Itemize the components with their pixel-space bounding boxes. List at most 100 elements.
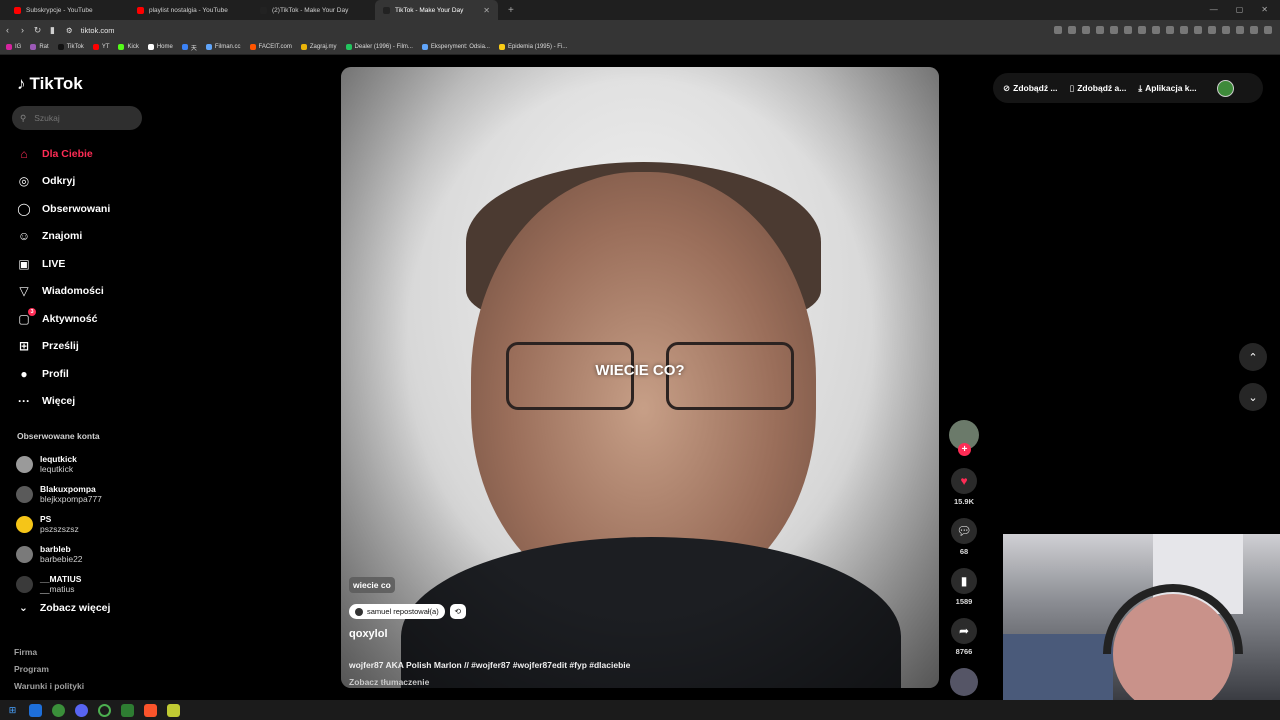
bookmark-item[interactable]: Home (147, 44, 173, 50)
browser-tab[interactable]: Subskrypcje - YouTube (6, 0, 129, 20)
back-icon[interactable]: ‹ (0, 25, 15, 35)
app-icon[interactable] (121, 703, 134, 717)
creator-avatar[interactable]: + (949, 420, 979, 456)
site-info-icon[interactable]: ⚙ (66, 26, 73, 35)
chrome-icon[interactable] (52, 703, 65, 717)
bookmark-item[interactable]: TikTok (57, 44, 84, 50)
comment-icon[interactable]: 💬︎ (951, 518, 977, 544)
music-disc-icon[interactable] (950, 668, 978, 696)
close-window-icon[interactable]: ✕ (1261, 5, 1268, 14)
heart-icon[interactable]: ♥ (951, 468, 977, 494)
sidebar-item[interactable]: ◎ Odkryj (16, 168, 110, 196)
bookmark-item[interactable]: 天 (181, 43, 197, 52)
next-video-button[interactable]: ⌄ (1239, 383, 1267, 411)
forward-icon[interactable]: › (15, 25, 30, 35)
url-field[interactable]: ⚙ tiktok.com (66, 26, 115, 35)
close-tab-icon[interactable]: ✕ (483, 6, 490, 15)
comment-action[interactable]: 💬︎ 68 (951, 518, 977, 556)
reload-icon[interactable]: ↻ (30, 25, 45, 36)
bookmark-item[interactable]: Filman.cc (205, 44, 241, 50)
bookmark-item[interactable]: IG (6, 44, 21, 50)
extension-icon[interactable] (1124, 26, 1132, 34)
bookmark-item[interactable]: Eksperyment: Odsia... (421, 44, 490, 50)
footer-link[interactable]: Firma (14, 644, 84, 661)
footer-link[interactable]: Warunki i polityki (14, 678, 84, 695)
extension-icon[interactable] (1264, 26, 1272, 34)
extension-icon[interactable] (1166, 26, 1174, 34)
video-author[interactable]: qoxylol (349, 628, 388, 640)
extension-icon[interactable] (1236, 26, 1244, 34)
bookmark-item[interactable]: Rat (30, 44, 49, 50)
app-icon[interactable] (167, 703, 180, 717)
following-account[interactable]: Blakuxpompa blejkxpompa777 (16, 479, 102, 509)
bookmark-item[interactable]: Kick (118, 44, 139, 50)
extension-icon[interactable] (1138, 26, 1146, 34)
share-action[interactable]: ➦ 8766 (951, 618, 977, 656)
brave-icon[interactable] (144, 703, 157, 717)
search-box[interactable]: ⚲ (12, 106, 142, 130)
browser-tab[interactable]: playlist nostalgia - YouTube (129, 0, 252, 20)
following-account[interactable]: __MATIUS __matius (16, 569, 102, 599)
repost-icon[interactable]: ⟲ (449, 604, 466, 619)
maximize-icon[interactable]: ▢ (1236, 5, 1244, 14)
user-avatar[interactable] (1216, 79, 1234, 97)
extension-icon[interactable] (1250, 26, 1258, 34)
sidebar-item[interactable]: ⌂ Dla Ciebie (16, 140, 110, 168)
follow-plus-icon[interactable]: + (958, 443, 971, 456)
save-action[interactable]: ▮ 1589 (951, 568, 977, 606)
like-action[interactable]: ♥ 15.9K (951, 468, 977, 506)
extension-icon[interactable] (1068, 26, 1076, 34)
see-more-button[interactable]: ⌄ Zobacz więcej (19, 602, 110, 614)
following-account[interactable]: lequtkick lequtkick (16, 449, 102, 479)
extension-icon[interactable] (1208, 26, 1216, 34)
browser-tab[interactable]: (2)TikTok - Make Your Day (252, 0, 375, 20)
sidebar-item[interactable]: ☺ Znajomi (16, 223, 110, 251)
bookmark-icon[interactable]: ▮ (45, 25, 60, 36)
bookmark-favicon-icon (181, 44, 188, 50)
footer-link[interactable]: Program (14, 661, 84, 678)
sidebar-item[interactable]: ● Profil (16, 360, 110, 388)
sidebar-item[interactable]: ▽ Wiadomości (16, 278, 110, 306)
see-translation-link[interactable]: Zobacz tłumaczenie (349, 677, 429, 687)
bookmark-item[interactable]: Zagraj.my (300, 44, 337, 50)
sidebar-item[interactable]: ⊞ Prześlij (16, 333, 110, 361)
windows-start-icon[interactable]: ⊞ (6, 704, 19, 717)
extension-icon[interactable] (1194, 26, 1202, 34)
bookmark-item[interactable]: Epidemia (1995) - Fi... (498, 44, 567, 50)
sidebar-item[interactable]: ··· Więcej (16, 388, 110, 416)
discord-icon[interactable] (75, 703, 88, 717)
following-account[interactable]: PS pszszszsz (16, 509, 102, 539)
sidebar-item[interactable]: ▢ 3 Aktywność (16, 305, 110, 333)
bookmark-item[interactable]: YT (92, 44, 109, 50)
bookmark-item[interactable]: Dealer (1996) - Film... (345, 44, 413, 50)
sidebar-item[interactable]: ◯ Obserwowani (16, 195, 110, 223)
extension-icon[interactable] (1152, 26, 1160, 34)
video-tag-pill[interactable]: wiecie co (349, 577, 395, 593)
extension-icon[interactable] (1054, 26, 1062, 34)
minimize-icon[interactable]: — (1210, 5, 1218, 14)
get-app-button[interactable]: ▯ Zdobądź a... (1070, 83, 1127, 94)
get-coins-button[interactable]: ⊘ Zdobądź ... (1003, 83, 1058, 94)
following-account[interactable]: barbleb barbebie22 (16, 539, 102, 569)
previous-video-button[interactable]: ⌃ (1239, 343, 1267, 371)
bookmark-save-icon[interactable]: ▮ (951, 568, 977, 594)
share-icon[interactable]: ➦ (951, 618, 977, 644)
desktop-app-button[interactable]: ⤓ Aplikacja k... (1138, 83, 1196, 94)
extension-icon[interactable] (1222, 26, 1230, 34)
app-icon[interactable] (29, 703, 42, 717)
sidebar-item[interactable]: ▣ LIVE (16, 250, 110, 278)
bookmark-label: 天 (190, 45, 197, 52)
extension-icon[interactable] (1082, 26, 1090, 34)
bookmark-favicon-icon (498, 44, 505, 50)
new-tab-button[interactable]: + (508, 5, 514, 16)
extension-icon[interactable] (1096, 26, 1104, 34)
bookmark-item[interactable]: FACEIT.com (249, 44, 292, 50)
browser-tab[interactable]: TikTok - Make Your Day ✕ (375, 0, 498, 20)
repost-pill[interactable]: samuel repostował(a) (349, 604, 445, 619)
search-input[interactable] (34, 113, 125, 123)
app-icon[interactable] (98, 703, 111, 717)
extension-icon[interactable] (1110, 26, 1118, 34)
extension-icon[interactable] (1180, 26, 1188, 34)
tiktok-logo[interactable]: ♪ TikTok (17, 74, 83, 94)
video-player[interactable]: WIECIE CO? wiecie co samuel repostował(a… (341, 67, 939, 688)
